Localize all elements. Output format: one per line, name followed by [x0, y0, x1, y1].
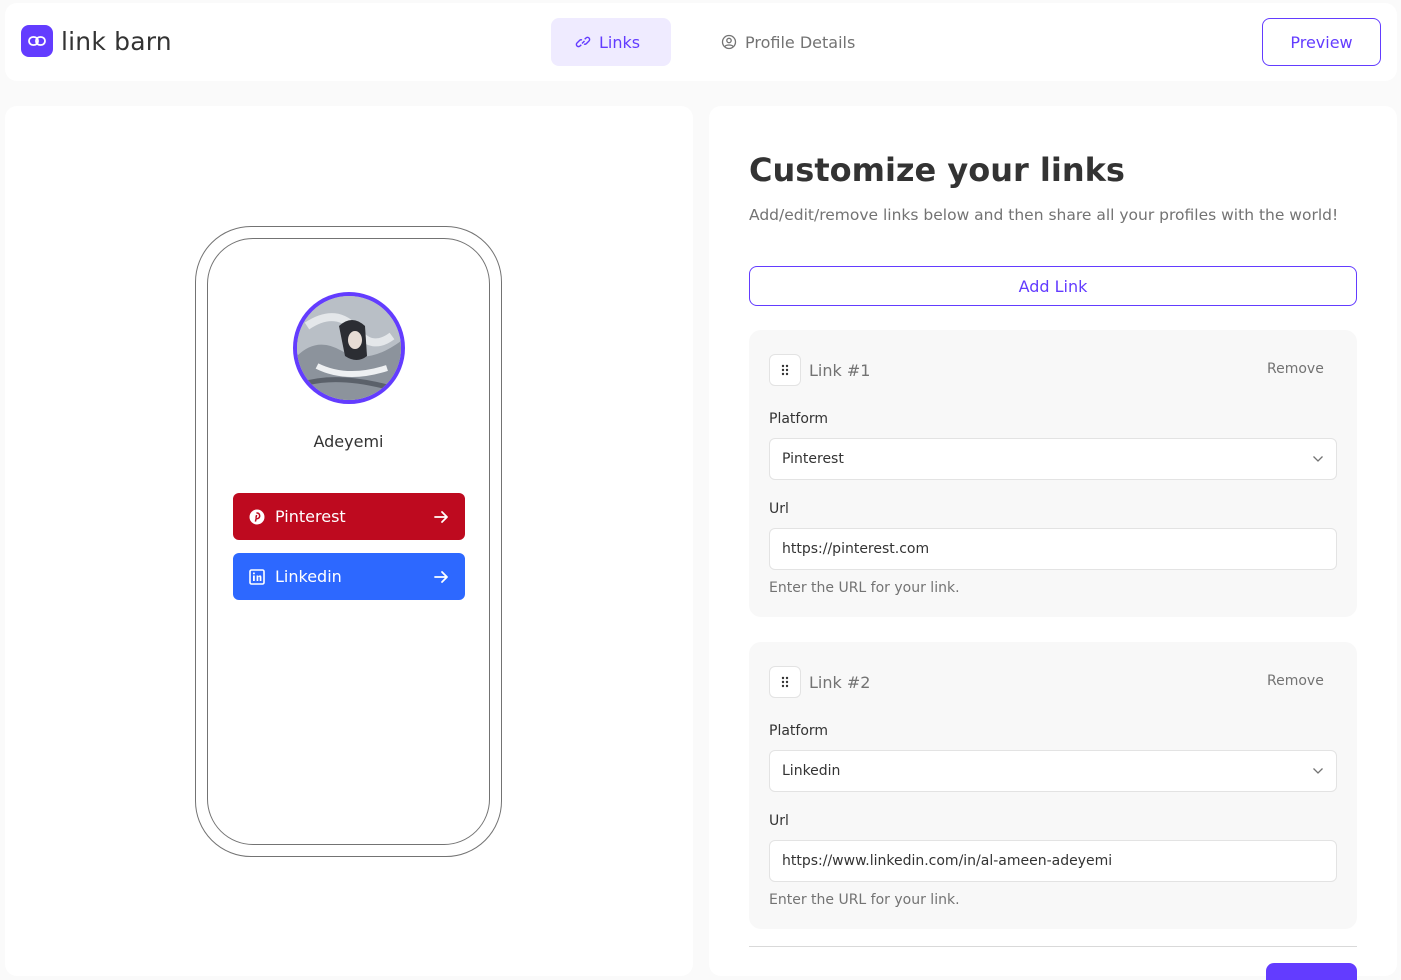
platform-select[interactable]: Pinterest [769, 438, 1337, 480]
linkedin-icon [249, 568, 265, 585]
link-editor-panel: Customize your links Add/edit/remove lin… [709, 106, 1397, 980]
arrow-right-icon [434, 510, 448, 523]
tab-links-label: Links [599, 32, 641, 52]
link-number: Link #1 [809, 361, 871, 380]
arrow-right-icon [434, 570, 448, 583]
platform-value: Linkedin [782, 763, 841, 779]
tab-links[interactable]: Links [551, 18, 671, 66]
link-number: Link #2 [809, 673, 871, 692]
user-circle-icon [721, 34, 737, 50]
footer-divider [749, 946, 1357, 947]
preview-link-linkedin[interactable]: Linkedin [233, 553, 465, 600]
drag-handle-icon[interactable] [769, 354, 801, 386]
preview-link-label: Linkedin [275, 567, 342, 586]
link-card: Link #2 Remove Platform Linkedin Url Ent… [749, 642, 1357, 929]
phone-screen: Adeyemi Pinterest Linkedin [207, 238, 490, 845]
brand-name: link barn [61, 26, 172, 56]
avatar [293, 292, 405, 404]
link-card: Link #1 Remove Platform Pinterest Url En… [749, 330, 1357, 617]
page-subtitle: Add/edit/remove links below and then sha… [749, 206, 1339, 224]
remove-link-button[interactable]: Remove [1267, 673, 1324, 689]
nav-tabs: Links Profile Details [551, 18, 879, 66]
drag-handle-icon[interactable] [769, 666, 801, 698]
url-label: Url [769, 501, 789, 517]
save-button[interactable] [1266, 963, 1357, 980]
url-input[interactable] [769, 528, 1337, 570]
tab-profile-details-label: Profile Details [745, 32, 856, 52]
add-link-button[interactable]: Add Link [749, 266, 1357, 306]
chevron-down-icon [1313, 456, 1323, 462]
preview-button[interactable]: Preview [1262, 18, 1381, 66]
pinterest-icon [249, 509, 265, 524]
platform-label: Platform [769, 411, 829, 427]
chevron-down-icon [1313, 768, 1323, 774]
logo[interactable]: link barn [21, 25, 172, 57]
platform-select[interactable]: Linkedin [769, 750, 1337, 792]
platform-label: Platform [769, 723, 829, 739]
top-navbar: link barn Links Profile Details Preview [5, 3, 1397, 81]
url-helper-text: Enter the URL for your link. [769, 580, 960, 596]
url-helper-text: Enter the URL for your link. [769, 892, 960, 908]
profile-name: Adeyemi [313, 432, 384, 451]
tab-profile-details[interactable]: Profile Details [697, 18, 879, 66]
preview-link-pinterest[interactable]: Pinterest [233, 493, 465, 540]
platform-value: Pinterest [782, 451, 844, 467]
url-input[interactable] [769, 840, 1337, 882]
url-label: Url [769, 813, 789, 829]
preview-link-label: Pinterest [275, 507, 346, 526]
remove-link-button[interactable]: Remove [1267, 361, 1324, 377]
phone-mockup: Adeyemi Pinterest Linkedin [195, 226, 502, 857]
page-title: Customize your links [749, 151, 1125, 189]
logo-icon [21, 25, 53, 57]
link-icon [575, 36, 591, 48]
phone-preview-panel: Adeyemi Pinterest Linkedin [5, 106, 693, 976]
